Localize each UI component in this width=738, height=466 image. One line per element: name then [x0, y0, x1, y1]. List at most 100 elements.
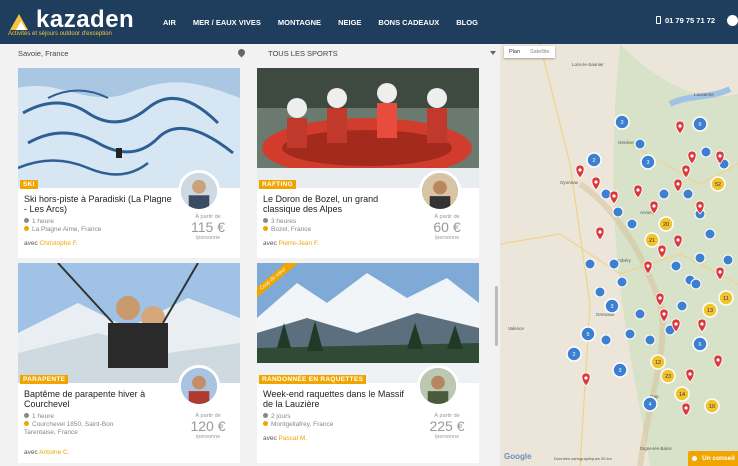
cluster-count: 52 [715, 182, 721, 188]
map-pin-dot [578, 168, 582, 172]
activity-map[interactable]: Lons-le-Saunier Lausanne Genève Annecy C… [500, 44, 738, 466]
marker-cluster[interactable]: 10 [704, 398, 720, 414]
duration: 1 heure [24, 413, 54, 421]
cluster-count: 13 [707, 308, 713, 314]
activity-title[interactable]: Ski hors-piste à Paradiski (La Plagne - … [24, 194, 174, 214]
price: 60 € [433, 219, 461, 235]
price: 225 € [429, 418, 465, 434]
marker-cluster[interactable]: 3 [612, 362, 628, 378]
chat-bubble-icon [692, 456, 697, 461]
location-input[interactable]: Savoie, France [18, 46, 250, 62]
map-pin-dot [684, 168, 688, 172]
map-pin-dot [636, 188, 640, 192]
marker-cluster[interactable]: 5 [580, 326, 596, 342]
nav-air[interactable]: AIR [163, 18, 176, 27]
map-pin-dot [700, 322, 704, 326]
map-pin-dot [662, 312, 666, 316]
raquettes-photo [257, 263, 479, 383]
marker-cluster-small [600, 188, 612, 200]
cluster-count: 3 [646, 160, 649, 166]
marker-cluster[interactable]: 52 [710, 176, 726, 192]
cluster-count: 2 [592, 158, 595, 164]
marker-cluster[interactable]: 4 [642, 396, 658, 412]
activity-title[interactable]: Baptême de parapente hiver à Courchevel [24, 389, 174, 409]
activity-card-ski[interactable]: SKI Ski hors-piste à Paradiski (La Plagn… [18, 68, 240, 258]
parapente-photo [18, 263, 240, 383]
map-pin-dot [612, 194, 616, 198]
guide-avatar [178, 365, 220, 407]
kazaden-logo[interactable]: kazaden Activités et séjours outdoor d'e… [6, 4, 166, 40]
google-logo: Google [504, 452, 532, 461]
guide-name[interactable]: Pascal M. [279, 435, 308, 442]
map-type-tabs: Plan Satellite [504, 46, 555, 58]
activity-title[interactable]: Week-end raquettes dans le Massif de la … [263, 389, 413, 409]
cluster-count: 2 [572, 352, 575, 358]
user-account-icon[interactable] [727, 15, 738, 26]
marker-cluster-small [722, 254, 734, 266]
nav-mer-eaux-vives[interactable]: MER / EAUX VIVES [193, 18, 261, 27]
marker-cluster[interactable]: 3 [640, 154, 656, 170]
nav-montagne[interactable]: MONTAGNE [278, 18, 321, 27]
map-pin-dot [676, 238, 680, 242]
brand-tagline: Activités et séjours outdoor d'exception [8, 31, 112, 37]
cluster-count: 5 [586, 332, 589, 338]
guide-name[interactable]: Christophe F. [40, 240, 78, 247]
phone-text: 01 79 75 71 72 [665, 16, 716, 25]
map-tab-satellite[interactable]: Satellite [525, 46, 555, 58]
activity-card-rafting[interactable]: RAFTING Le Doron de Bozel, un grand clas… [257, 68, 479, 258]
nav-neige[interactable]: NEIGE [338, 18, 361, 27]
pin-icon [263, 226, 268, 231]
marker-cluster[interactable]: 2 [566, 346, 582, 362]
activity-title[interactable]: Le Doron de Bozel, un grand classique de… [263, 194, 413, 214]
marker-cluster[interactable]: 14 [674, 386, 690, 402]
marker-cluster-small [700, 146, 712, 158]
clock-icon [263, 413, 268, 418]
marker-cluster-small [690, 278, 702, 290]
location: Montgellafrey, France [263, 421, 333, 429]
guide-name[interactable]: Antoine C. [39, 449, 69, 456]
marker-cluster[interactable]: 3 [604, 298, 620, 314]
map-tab-plan[interactable]: Plan [504, 46, 525, 58]
results-scrollbar[interactable] [495, 286, 498, 346]
marker-cluster[interactable]: 2 [586, 152, 602, 168]
marker-cluster[interactable]: 6 [692, 116, 708, 132]
phone-number[interactable]: 01 79 75 71 72 [656, 16, 715, 25]
main-nav: AIR MER / EAUX VIVES MONTAGNE NEIGE BONS… [163, 0, 495, 44]
sport-select[interactable]: TOUS LES SPORTS [268, 46, 490, 62]
marker-cluster[interactable]: 20 [658, 216, 674, 232]
map-pin-dot [690, 154, 694, 158]
chat-button[interactable]: Un conseil ? [688, 451, 738, 466]
marker-cluster-small [704, 228, 716, 240]
chevron-down-icon[interactable] [490, 51, 496, 55]
cluster-count: 6 [698, 342, 701, 348]
marker-cluster[interactable]: 12 [650, 354, 666, 370]
map-pin-dot [678, 124, 682, 128]
map-pin-dot [718, 154, 722, 158]
cluster-count: 21 [649, 238, 655, 244]
marker-cluster[interactable]: 6 [692, 336, 708, 352]
marker-cluster[interactable]: 13 [702, 302, 718, 318]
guide-line: avec Pierre-Jean F. [263, 240, 320, 247]
marker-cluster[interactable]: 23 [660, 368, 676, 384]
marker-cluster-small [670, 260, 682, 272]
guide-name[interactable]: Pierre-Jean F. [279, 240, 319, 247]
nav-bons-cadeaux[interactable]: BONS CADEAUX [378, 18, 439, 27]
nav-blog[interactable]: BLOG [456, 18, 478, 27]
map-pin-dot [660, 248, 664, 252]
map-markers: 32 36212052135312231410113246 [566, 114, 734, 417]
location: La Plagne Aime, France [24, 226, 101, 234]
activity-card-raquettes[interactable]: Coup de cœur RANDONNÉE EN RAQUETTES Week… [257, 263, 479, 463]
marker-cluster[interactable]: 21 [644, 232, 660, 248]
cluster-count: 12 [655, 360, 661, 366]
map-pin-dot [652, 204, 656, 208]
map-pin-dot [598, 230, 602, 234]
activity-card-parapente[interactable]: PARAPENTE Baptême de parapente hiver à C… [18, 263, 240, 463]
map-pin-dot [676, 182, 680, 186]
pin-icon [263, 421, 268, 426]
marker-cluster-small [608, 258, 620, 270]
marker-cluster[interactable]: 3 [614, 114, 630, 130]
marker-cluster[interactable]: 11 [718, 290, 734, 306]
pin-icon [24, 226, 29, 231]
top-navigation-bar: kazaden Activités et séjours outdoor d'e… [0, 0, 738, 44]
marker-cluster-small [634, 138, 646, 150]
